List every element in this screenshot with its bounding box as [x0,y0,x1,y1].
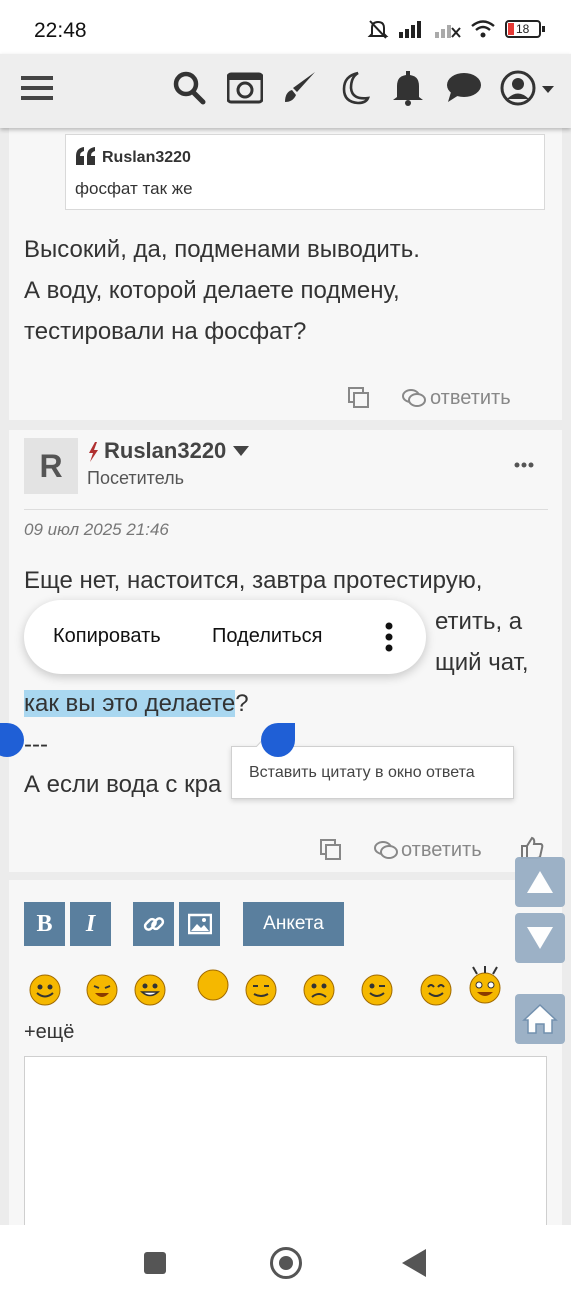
reply-icon[interactable] [374,840,398,860]
avatar[interactable]: R [24,438,78,494]
arrow-up-icon [527,871,553,893]
question-mark: ? [235,690,249,717]
chat-icon[interactable] [445,70,483,104]
smile-smiley-icon[interactable] [244,972,278,1006]
copy-icon[interactable] [320,839,342,861]
search-icon[interactable] [172,70,206,106]
link-button[interactable] [133,902,174,946]
image-icon [187,913,212,935]
poll-button[interactable]: Анкета [243,902,344,946]
quote-box: Ruslan3220 фосфат так же [65,134,545,210]
link-icon [143,917,164,931]
italic-button[interactable]: I [70,902,111,946]
smiley-icon[interactable] [28,972,62,1006]
reply-link[interactable]: ответить [430,387,511,410]
poll-label: Анкета [263,913,324,934]
more-options-icon[interactable] [385,622,393,652]
sad-smiley-icon[interactable] [302,972,336,1006]
username[interactable]: Ruslan3220 [104,438,226,464]
post-text-line: А если вода с кра [24,771,222,798]
back-icon[interactable] [402,1249,426,1277]
post-card: Ruslan3220 фосфат так же Высокий, да, по… [9,128,562,420]
menu-icon[interactable] [21,74,53,102]
post-text-line: етить, а [435,608,523,635]
arrow-down-icon [527,927,553,949]
wifi-icon [471,20,495,38]
bold-label: B [36,910,53,937]
more-smileys-link[interactable]: +ещё [24,1021,74,1044]
scroll-down-button[interactable] [515,913,565,963]
divider [24,509,548,510]
crazy-smiley-icon[interactable] [467,966,503,1004]
separator-text: --- [24,731,48,758]
italic-label: I [85,910,96,937]
text-selection-menu: Копировать Поделиться [24,600,426,674]
status-bar: 22:48 18 [0,0,571,54]
bell-icon[interactable] [391,70,425,106]
system-nav-bar [0,1225,571,1300]
reply-textarea[interactable] [24,1056,547,1225]
camera-icon[interactable] [227,70,263,104]
quote-author[interactable]: Ruslan3220 [102,149,191,167]
wink-smiley-icon[interactable] [360,972,394,1006]
quote-text: фосфат так же [75,179,193,198]
quote-icon [76,147,95,165]
lightning-icon [89,442,98,462]
reply-link[interactable]: ответить [401,839,482,862]
image-button[interactable] [179,902,220,946]
grin-smiley-icon[interactable] [133,972,167,1006]
more-icon[interactable] [514,462,534,468]
thread-page: Ruslan3220 фосфат так же Высокий, да, по… [0,128,571,1225]
signal-icon [399,21,421,38]
selected-text[interactable]: как вы это делаете [24,690,236,717]
selected-line: как вы это делаете? [24,683,249,724]
post-text: Высокий, да, подменами выводить. А воду,… [24,236,420,345]
share-menu-item[interactable]: Поделиться [212,625,322,648]
happy-smiley-icon[interactable] [419,972,453,1006]
post-date: 09 июл 2025 21:46 [24,520,169,539]
status-icons: 18 [367,18,545,40]
status-time: 22:48 [34,19,87,42]
chevron-down-icon[interactable] [233,446,249,456]
user-title: Посетитель [87,468,184,488]
post-text-line: щий чат, [435,649,529,676]
tooltip-text: Вставить цитату в окно ответа [249,764,475,781]
reply-icon[interactable] [402,388,426,408]
user-icon[interactable] [500,70,556,106]
copy-menu-item[interactable]: Копировать [53,625,161,648]
top-toolbar [0,54,571,128]
bold-button[interactable]: B [24,902,65,946]
scroll-up-button[interactable] [515,857,565,907]
plain-smiley-icon[interactable] [196,968,230,1002]
battery-icon: 18 [505,20,545,38]
home-button[interactable] [515,994,565,1044]
selection-end-handle[interactable] [261,723,295,757]
laughing-smiley-icon[interactable] [85,972,119,1006]
copy-icon[interactable] [348,387,370,409]
home-nav-button[interactable] [270,1247,302,1279]
brush-icon[interactable] [283,70,317,106]
home-icon [522,1003,558,1034]
battery-level: 18 [516,22,530,36]
recents-button[interactable] [144,1252,166,1274]
post-text-line: Еще нет, настоится, завтра протестирую, [24,567,483,594]
signal-2-icon [435,25,461,38]
muted-bell-icon [367,20,389,39]
moon-icon[interactable] [338,70,370,106]
